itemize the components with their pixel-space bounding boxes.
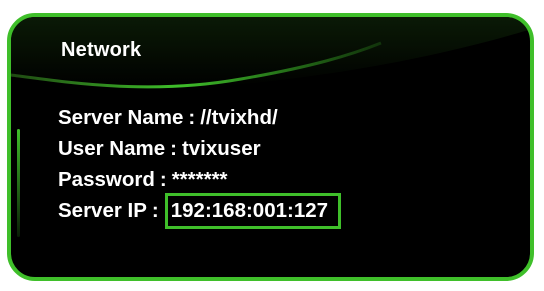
header-swoosh <box>11 17 530 89</box>
server-name-value: //tvixhd/ <box>200 105 278 129</box>
server-ip-value[interactable]: 192:168:001:127 <box>164 192 342 229</box>
user-name-separator: : <box>170 136 177 160</box>
user-name-value: tvixuser <box>181 136 261 160</box>
user-name-label: User Name <box>58 136 166 160</box>
password-separator: : <box>159 167 167 191</box>
password-label: Password <box>58 167 155 191</box>
server-ip-separator: : <box>151 198 159 222</box>
server-name-row: Server Name : //tvixhd/ <box>58 102 341 133</box>
server-name-separator: : <box>188 105 196 129</box>
side-accent-line <box>17 129 20 237</box>
server-ip-label: Server IP <box>58 198 147 222</box>
network-info-list: Server Name : //tvixhd/ User Name : tvix… <box>58 102 342 229</box>
server-ip-row: Server IP : 192:168:001:127 <box>58 192 342 229</box>
server-name-label: Server Name <box>58 105 184 129</box>
user-name-row: User Name : tvixuser <box>58 133 341 164</box>
panel-title: Network <box>61 39 142 61</box>
network-panel: Network Server Name : //tvixhd/ User Nam… <box>7 13 534 281</box>
password-row: Password : ******* <box>58 164 341 195</box>
password-value: ******* <box>171 167 228 191</box>
